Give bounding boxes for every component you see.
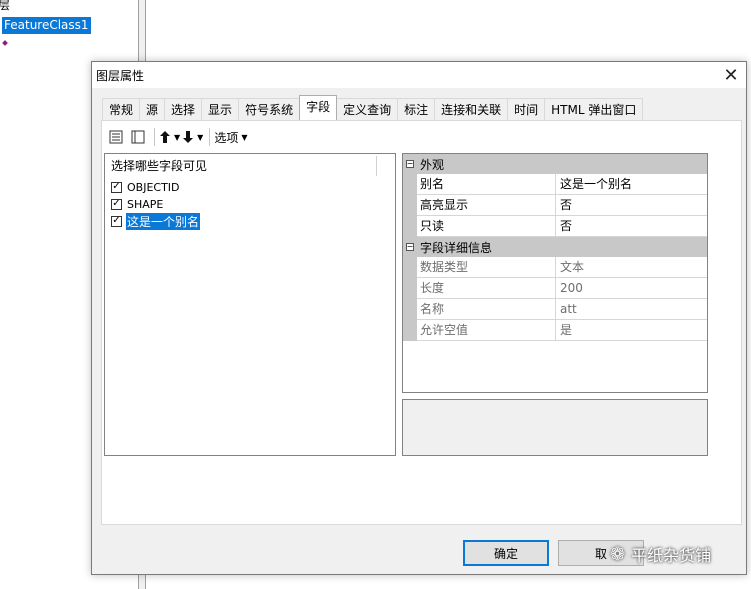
collapse-icon[interactable]: − <box>406 160 414 168</box>
list-item[interactable]: ✓ 这是一个别名 <box>111 212 201 230</box>
property-value: 文本 <box>556 257 707 278</box>
arrow-up-icon <box>160 131 170 143</box>
property-row[interactable]: 长度 200 <box>403 278 707 299</box>
dialog-title: 图层属性 <box>96 69 145 83</box>
tab-html-popup[interactable]: HTML 弹出窗口 <box>544 98 644 120</box>
field-property-grid: − 外观 别名 这是一个别名 高亮显示 否 只读 否 − 字段详细信息 数据类型… <box>402 153 708 393</box>
categorized-list-icon <box>109 130 123 144</box>
property-category[interactable]: − 字段详细信息 <box>403 237 707 257</box>
field-checkbox[interactable]: ✓ <box>111 181 122 193</box>
dialog-titlebar: 图层属性 ✕ <box>92 62 746 88</box>
property-row[interactable]: 只读 否 <box>403 216 707 237</box>
property-value[interactable]: 否 <box>556 216 707 237</box>
property-name: 数据类型 <box>417 257 556 278</box>
property-row[interactable]: 别名 这是一个别名 <box>403 174 707 195</box>
field-checkbox[interactable]: ✓ <box>111 215 122 227</box>
property-category[interactable]: − 外观 <box>403 154 707 174</box>
toolbar-separator <box>154 128 155 146</box>
collapse-icon[interactable]: − <box>406 243 414 251</box>
alphabetical-view-button[interactable] <box>128 127 148 147</box>
property-name: 只读 <box>417 216 556 237</box>
watermark: ❁ 平纸杂货铺 <box>610 541 711 567</box>
tab-labels[interactable]: 标注 <box>397 98 436 120</box>
property-value: 是 <box>556 320 707 341</box>
property-value: att <box>556 299 707 320</box>
property-row[interactable]: 允许空值 是 <box>403 320 707 341</box>
property-value: 200 <box>556 278 707 299</box>
arrow-down-icon <box>183 131 194 143</box>
tab-definition-query[interactable]: 定义查询 <box>336 98 399 120</box>
category-label: 字段详细信息 <box>420 240 493 255</box>
fields-list-header: 选择哪些字段可见 <box>111 159 208 173</box>
toolbar-separator <box>209 128 211 146</box>
property-name: 高亮显示 <box>417 195 556 216</box>
list-item[interactable]: ✓ OBJECTID <box>111 179 181 195</box>
category-label: 外观 <box>420 157 445 172</box>
layer-properties-dialog: 图层属性 ✕ 常规 源 选择 显示 符号系统 字段 定义查询 标注 连接和关联 … <box>91 61 747 575</box>
property-value[interactable]: 否 <box>556 195 707 216</box>
categorized-view-button[interactable] <box>106 127 126 147</box>
layer-tree-item-featureclass[interactable]: FeatureClass1 <box>2 17 91 34</box>
column-divider[interactable] <box>376 156 377 176</box>
field-checkbox[interactable]: ✓ <box>111 198 122 210</box>
fields-toolbar: ▼ ▼ 选项 ▼ <box>106 126 249 148</box>
wechat-icon: ❁ <box>610 543 626 565</box>
list-item[interactable]: ✓ SHAPE <box>111 196 164 212</box>
tab-symbology[interactable]: 符号系统 <box>238 98 301 120</box>
point-symbol-icon <box>2 40 8 46</box>
options-dropdown-button[interactable]: 选项 ▼ <box>214 127 247 147</box>
tab-general[interactable]: 常规 <box>102 98 141 120</box>
property-row[interactable]: 名称 att <box>403 299 707 320</box>
tab-selection[interactable]: 选择 <box>164 98 203 120</box>
tab-source[interactable]: 源 <box>139 98 166 120</box>
move-up-button[interactable]: ▼ <box>159 127 180 147</box>
property-name: 别名 <box>417 174 556 195</box>
property-name: 允许空值 <box>417 320 556 341</box>
chevron-down-icon: ▼ <box>241 132 248 142</box>
tab-time[interactable]: 时间 <box>507 98 546 120</box>
move-down-button[interactable]: ▼ <box>182 127 203 147</box>
tab-joins-relates[interactable]: 连接和关联 <box>434 98 509 120</box>
property-description-box <box>402 399 708 456</box>
field-name: OBJECTID <box>127 180 180 194</box>
property-row[interactable]: 高亮显示 否 <box>403 195 707 216</box>
visible-fields-list: 选择哪些字段可见 ✓ OBJECTID ✓ SHAPE ✓ 这是一个别名 <box>104 153 396 456</box>
chevron-down-icon: ▼ <box>174 132 181 142</box>
tab-strip: 常规 源 选择 显示 符号系统 字段 定义查询 标注 连接和关联 时间 HTML… <box>102 95 644 120</box>
property-name: 长度 <box>417 278 556 299</box>
list-view-icon <box>131 130 145 144</box>
property-row[interactable]: 数据类型 文本 <box>403 257 707 278</box>
property-value[interactable]: 这是一个别名 <box>556 174 707 195</box>
field-name: 这是一个别名 <box>126 212 201 230</box>
tab-fields[interactable]: 字段 <box>299 95 338 120</box>
fields-tab-content: ▼ ▼ 选项 ▼ 选择哪些字段可见 ✓ OBJECTID ✓ SHAPE ✓ 这… <box>101 120 742 525</box>
ok-button[interactable]: 确定 <box>463 540 549 566</box>
chevron-down-icon: ▼ <box>197 132 204 142</box>
layer-tree-header: 层 <box>0 0 11 12</box>
tab-display[interactable]: 显示 <box>201 98 240 120</box>
watermark-text: 平纸杂货铺 <box>631 546 712 565</box>
close-icon[interactable]: ✕ <box>716 62 746 88</box>
field-name: SHAPE <box>127 197 164 211</box>
property-name: 名称 <box>417 299 556 320</box>
options-label: 选项 <box>214 130 239 145</box>
